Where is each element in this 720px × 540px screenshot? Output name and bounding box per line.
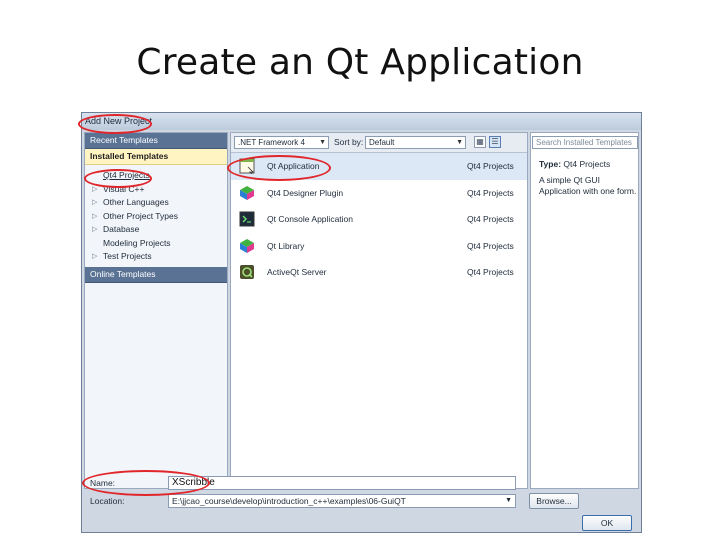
sort-select-value: Default xyxy=(369,138,395,147)
template-row-qt-console-application[interactable]: Qt Console Application Qt4 Projects xyxy=(231,206,527,233)
template-category: Qt4 Projects xyxy=(467,161,514,171)
framework-select[interactable]: .NET Framework 4 ▼ xyxy=(234,136,329,149)
online-templates-header[interactable]: Online Templates xyxy=(85,266,227,283)
tree-item-modeling-projects[interactable]: Modeling Projects xyxy=(85,237,227,251)
add-new-project-dialog: Add New Project Recent Templates Install… xyxy=(81,112,642,533)
tree-item-label: Modeling Projects xyxy=(103,237,171,248)
template-name: Qt Console Application xyxy=(267,214,353,224)
dialog-title: Add New Project xyxy=(82,113,641,130)
expand-arrow-icon[interactable]: ▷ xyxy=(92,250,97,264)
installed-templates-header[interactable]: Installed Templates xyxy=(85,149,227,165)
location-field[interactable]: E:\jjcao_course\develop\introduction_c++… xyxy=(168,494,516,508)
expand-arrow-icon[interactable]: ▷ xyxy=(92,183,97,197)
qt-application-icon xyxy=(239,158,255,174)
template-tree: Qt4 Projects ▷ Visual C++ ▷ Other Langua… xyxy=(85,165,227,266)
expand-arrow-icon[interactable]: ▷ xyxy=(92,210,97,224)
expand-arrow-icon[interactable]: ▷ xyxy=(92,223,97,237)
template-description: A simple Qt GUI Application with one for… xyxy=(539,175,637,196)
template-row-qt-application[interactable]: Qt Application Qt4 Projects xyxy=(231,153,527,180)
framework-select-value: .NET Framework 4 xyxy=(238,138,305,147)
chevron-down-icon: ▼ xyxy=(319,139,326,146)
expand-arrow-icon[interactable]: ▷ xyxy=(92,196,97,210)
browse-button[interactable]: Browse... xyxy=(529,493,579,509)
qt-console-icon xyxy=(239,211,255,227)
type-label: Type: xyxy=(539,159,562,169)
template-name: Qt Library xyxy=(267,240,305,251)
template-category: Qt4 Projects xyxy=(467,240,514,251)
name-label: Name: xyxy=(90,478,116,488)
template-name: Qt Application xyxy=(267,161,320,171)
template-row-qt4-designer-plugin[interactable]: Qt4 Designer Plugin Qt4 Projects xyxy=(231,180,527,207)
recent-templates-header[interactable]: Recent Templates xyxy=(85,133,227,149)
tree-item-label: Qt4 Projects xyxy=(103,170,150,180)
type-value: Qt4 Projects xyxy=(563,159,611,169)
template-type: Type: Qt4 Projects xyxy=(539,159,610,169)
template-row-activeqt-server[interactable]: ActiveQt Server Qt4 Projects xyxy=(231,259,527,286)
template-navigation: Recent Templates Installed Templates Qt4… xyxy=(84,132,228,489)
search-placeholder: Search Installed Templates xyxy=(536,138,632,147)
list-view-icon[interactable]: ☰ xyxy=(489,136,501,148)
slide-title: Create an Qt Application xyxy=(136,42,584,83)
tree-item-test-projects[interactable]: ▷ Test Projects xyxy=(85,250,227,264)
template-toolbar: .NET Framework 4 ▼ Sort by: Default ▼ ▦ … xyxy=(231,133,527,153)
template-list-pane: .NET Framework 4 ▼ Sort by: Default ▼ ▦ … xyxy=(230,132,528,489)
tree-item-label: Other Languages xyxy=(103,197,169,207)
tree-item-label: Visual C++ xyxy=(103,183,145,194)
tree-item-visual-cpp[interactable]: ▷ Visual C++ xyxy=(85,183,227,197)
ok-button[interactable]: OK xyxy=(582,515,632,531)
chevron-down-icon: ▼ xyxy=(456,139,463,146)
location-label: Location: xyxy=(90,496,125,506)
tree-item-database[interactable]: ▷ Database xyxy=(85,223,227,237)
tree-item-other-languages[interactable]: ▷ Other Languages xyxy=(85,196,227,210)
sort-label: Sort by: xyxy=(334,137,364,147)
small-icons-view-icon[interactable]: ▦ xyxy=(474,136,486,148)
tree-item-label: Database xyxy=(103,224,140,234)
template-category: Qt4 Projects xyxy=(467,267,514,277)
template-category: Qt4 Projects xyxy=(467,187,514,198)
tree-item-other-project-types[interactable]: ▷ Other Project Types xyxy=(85,210,227,224)
template-category: Qt4 Projects xyxy=(467,214,514,224)
qt-library-icon xyxy=(240,238,254,253)
location-value: E:\jjcao_course\develop\introduction_c++… xyxy=(172,496,406,506)
search-input[interactable]: Search Installed Templates xyxy=(532,136,638,149)
activeqt-server-icon xyxy=(240,265,254,279)
template-name: Qt4 Designer Plugin xyxy=(267,187,344,198)
template-list: Qt Application Qt4 Projects Qt4 Designer… xyxy=(231,153,527,286)
chevron-down-icon[interactable]: ▼ xyxy=(505,495,512,507)
template-name: ActiveQt Server xyxy=(267,267,327,277)
template-row-qt-library[interactable]: Qt Library Qt4 Projects xyxy=(231,233,527,260)
template-info-pane: Search Installed Templates Type: Qt4 Pro… xyxy=(530,132,639,489)
tree-item-label: Test Projects xyxy=(103,251,152,261)
tree-item-qt4-projects[interactable]: Qt4 Projects xyxy=(85,169,227,183)
sort-select[interactable]: Default ▼ xyxy=(365,136,466,149)
tree-item-label: Other Project Types xyxy=(103,210,178,221)
qt-designer-plugin-icon xyxy=(240,185,254,200)
name-field[interactable]: XScribble xyxy=(168,476,516,490)
